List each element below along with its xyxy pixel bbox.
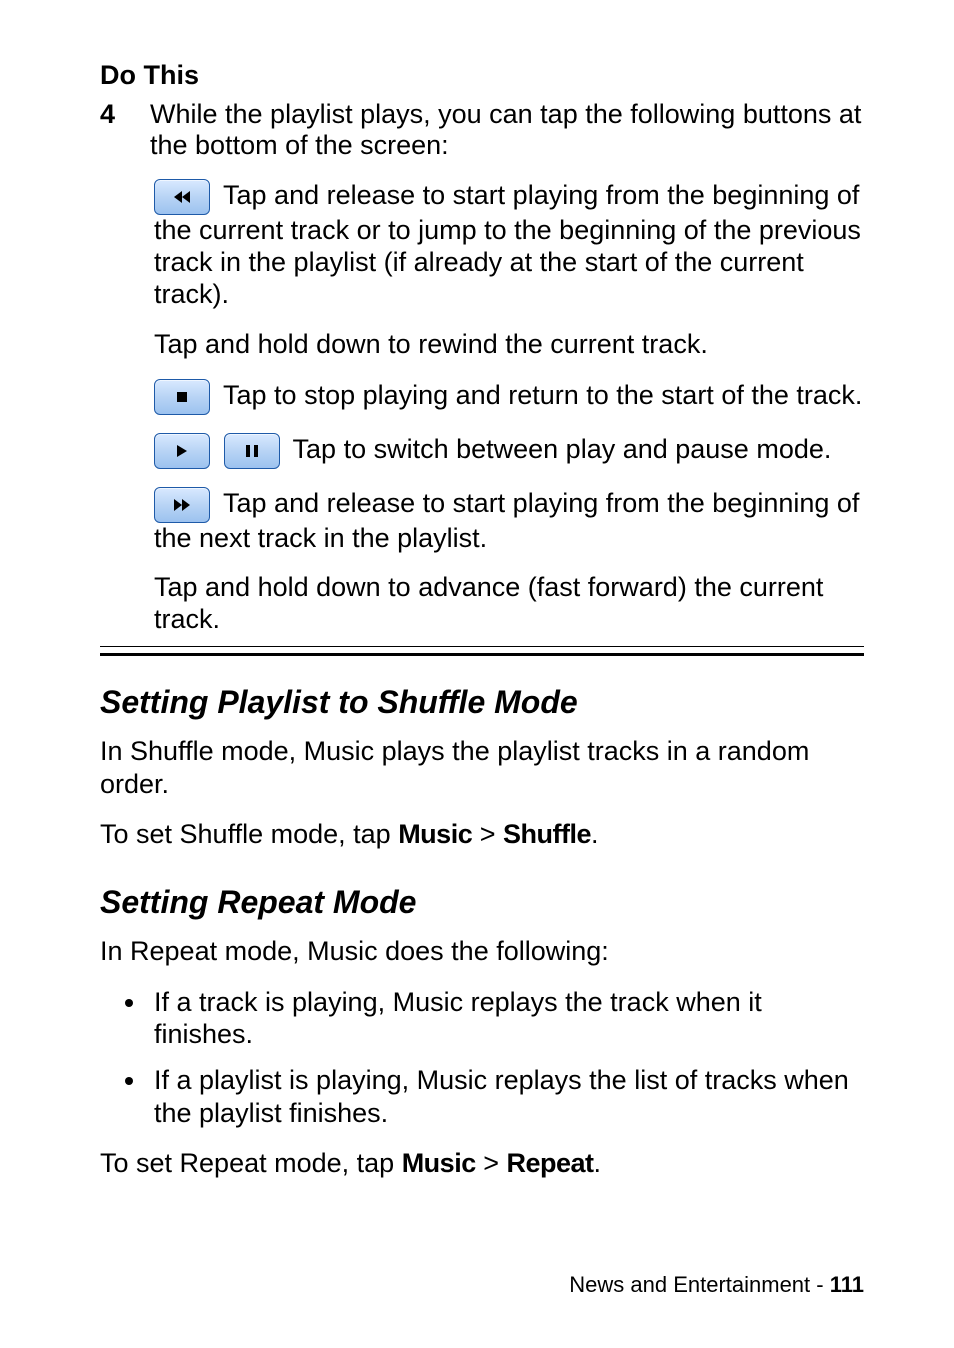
menu-shuffle-label: Shuffle: [503, 819, 591, 849]
page-number: 111: [830, 1272, 864, 1297]
step-intro-text: While the playlist plays, you can tap th…: [150, 99, 864, 161]
fast-forward-icon: [154, 487, 210, 523]
forward-text-1: Tap and release to start playing from th…: [154, 488, 859, 553]
menu-music-label: Music: [398, 819, 472, 849]
step-row: 4 While the playlist plays, you can tap …: [100, 99, 864, 179]
repeat-instr-prefix: To set Repeat mode, tap: [100, 1148, 402, 1178]
page-footer: News and Entertainment - 111: [569, 1272, 864, 1298]
repeat-bullet-list: If a track is playing, Music replays the…: [100, 986, 864, 1130]
repeat-period: .: [594, 1148, 602, 1178]
repeat-instructions: To set Repeat mode, tap Music > Repeat.: [100, 1147, 864, 1179]
heading-repeat-mode: Setting Repeat Mode: [100, 884, 864, 921]
list-item: If a playlist is playing, Music replays …: [148, 1064, 864, 1129]
forward-description: Tap and release to start playing from th…: [154, 487, 864, 555]
play-icon: [154, 433, 210, 469]
shuffle-instructions: To set Shuffle mode, tap Music > Shuffle…: [100, 818, 864, 850]
rewind-text-1: Tap and release to start playing from th…: [154, 180, 861, 309]
step-number: 4: [100, 99, 120, 130]
shuffle-sep: >: [472, 819, 503, 849]
menu-music-label-2: Music: [402, 1148, 476, 1178]
repeat-body: In Repeat mode, Music does the following…: [100, 935, 864, 967]
shuffle-instr-prefix: To set Shuffle mode, tap: [100, 819, 398, 849]
rewind-icon: [154, 179, 210, 215]
list-item: If a track is playing, Music replays the…: [148, 986, 864, 1051]
menu-repeat-label: Repeat: [507, 1148, 594, 1178]
table-header-do-this: Do This: [100, 60, 864, 91]
table-rule-thin: [100, 646, 864, 647]
repeat-sep: >: [476, 1148, 507, 1178]
stop-text: Tap to stop playing and return to the st…: [216, 380, 862, 410]
rewind-text-2: Tap and hold down to rewind the current …: [154, 329, 864, 361]
playpause-text: Tap to switch between play and pause mod…: [286, 434, 832, 464]
pause-icon: [224, 433, 280, 469]
stop-description: Tap to stop playing and return to the st…: [154, 379, 864, 415]
shuffle-body: In Shuffle mode, Music plays the playlis…: [100, 735, 864, 800]
table-rule-thick: [100, 653, 864, 656]
forward-text-2: Tap and hold down to advance (fast forwa…: [154, 572, 864, 636]
playpause-description: Tap to switch between play and pause mod…: [154, 433, 864, 469]
stop-icon: [154, 379, 210, 415]
shuffle-period: .: [591, 819, 599, 849]
heading-shuffle-mode: Setting Playlist to Shuffle Mode: [100, 684, 864, 721]
footer-section: News and Entertainment -: [569, 1272, 829, 1297]
rewind-description: Tap and release to start playing from th…: [154, 179, 864, 311]
